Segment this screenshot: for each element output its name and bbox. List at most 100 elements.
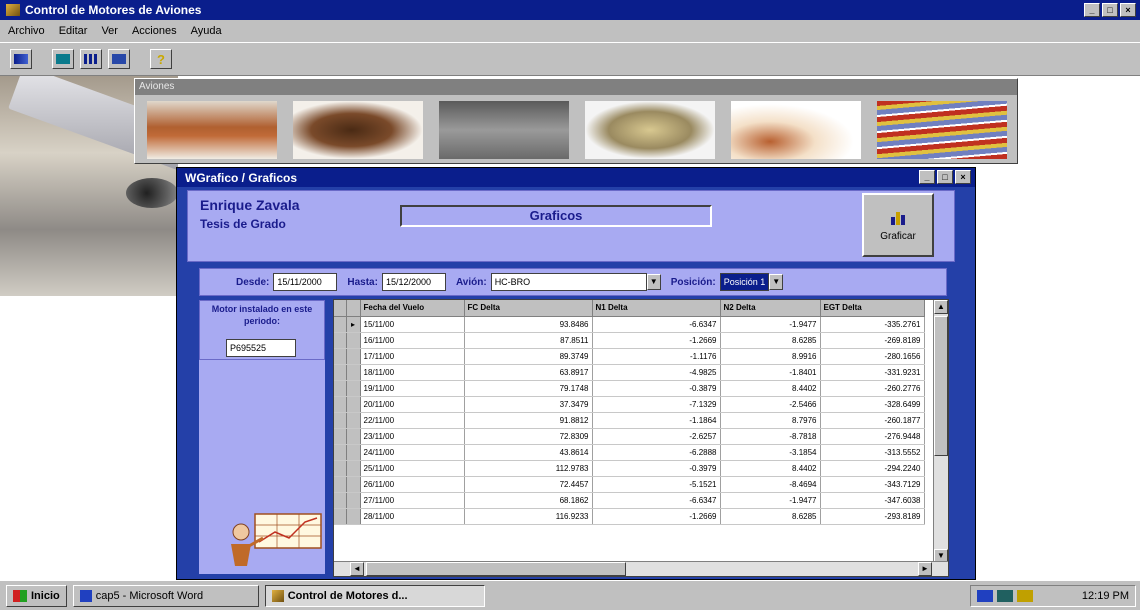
- cell-egt-delta[interactable]: -293.8189: [820, 508, 925, 525]
- toolbar-open-button[interactable]: [10, 49, 32, 69]
- row-selector[interactable]: [334, 460, 347, 477]
- horizontal-scroll-thumb[interactable]: [366, 562, 626, 576]
- row-selector[interactable]: [334, 476, 347, 493]
- column-header-fecha[interactable]: Fecha del Vuelo: [360, 300, 465, 317]
- cell-egt-delta[interactable]: -269.8189: [820, 332, 925, 349]
- menu-editar[interactable]: Editar: [59, 25, 88, 37]
- cell-fecha[interactable]: 26/11/00: [360, 476, 465, 493]
- cell-fecha[interactable]: 16/11/00: [360, 332, 465, 349]
- toolbar-grid-button[interactable]: [80, 49, 102, 69]
- horizontal-scrollbar[interactable]: ◄ ►: [334, 561, 948, 576]
- row-selector[interactable]: [334, 508, 347, 525]
- cell-fecha[interactable]: 17/11/00: [360, 348, 465, 365]
- motor-value-field[interactable]: P695525: [226, 339, 296, 357]
- cell-fecha[interactable]: 23/11/00: [360, 428, 465, 445]
- menu-ver[interactable]: Ver: [101, 25, 118, 37]
- cell-fc-delta[interactable]: 93.8486: [464, 316, 593, 333]
- row-selector[interactable]: [334, 316, 347, 333]
- table-row[interactable]: 20/11/00 37.3479 -7.1329 -2.5466 -328.6499: [334, 396, 925, 413]
- table-row[interactable]: 16/11/00 87.8511 -1.2669 8.6285 -269.8189: [334, 332, 925, 349]
- table-row[interactable]: ▸ 15/11/00 93.8486 -6.6347 -1.9477 -335.2761: [334, 316, 925, 333]
- cell-n2-delta[interactable]: 8.7976: [720, 412, 821, 429]
- cell-n2-delta[interactable]: -8.4694: [720, 476, 821, 493]
- cell-egt-delta[interactable]: -347.6038: [820, 492, 925, 509]
- dropdown-arrow-icon[interactable]: ▼: [646, 274, 661, 290]
- menu-acciones[interactable]: Acciones: [132, 25, 177, 37]
- cell-fc-delta[interactable]: 72.4457: [464, 476, 593, 493]
- cell-egt-delta[interactable]: -260.2776: [820, 380, 925, 397]
- graficar-button[interactable]: Graficar: [862, 193, 934, 257]
- cell-fecha[interactable]: 18/11/00: [360, 364, 465, 381]
- airplane-thumbnail[interactable]: [147, 101, 277, 159]
- table-row[interactable]: 26/11/00 72.4457 -5.1521 -8.4694 -343.7129: [334, 476, 925, 493]
- scroll-up-icon[interactable]: ▲: [934, 300, 948, 314]
- scroll-right-icon[interactable]: ►: [918, 562, 932, 576]
- row-selector[interactable]: [334, 348, 347, 365]
- close-icon[interactable]: ×: [955, 170, 971, 184]
- table-row[interactable]: 18/11/00 63.8917 -4.9825 -1.8401 -331.9231: [334, 364, 925, 381]
- cell-n1-delta[interactable]: -2.6257: [592, 428, 721, 445]
- scroll-left-icon[interactable]: ◄: [350, 562, 364, 576]
- cell-n1-delta[interactable]: -6.2888: [592, 444, 721, 461]
- cell-fc-delta[interactable]: 37.3479: [464, 396, 593, 413]
- row-selector[interactable]: [334, 412, 347, 429]
- menu-ayuda[interactable]: Ayuda: [191, 25, 222, 37]
- cell-fc-delta[interactable]: 112.9783: [464, 460, 593, 477]
- cell-n2-delta[interactable]: -1.9477: [720, 492, 821, 509]
- cell-n2-delta[interactable]: 8.9916: [720, 348, 821, 365]
- cell-egt-delta[interactable]: -294.2240: [820, 460, 925, 477]
- row-selector[interactable]: [334, 492, 347, 509]
- cell-n1-delta[interactable]: -0.3879: [592, 380, 721, 397]
- cell-n1-delta[interactable]: -7.1329: [592, 396, 721, 413]
- clouds-thumbnail[interactable]: [439, 101, 569, 159]
- row-selector[interactable]: [334, 380, 347, 397]
- cell-n1-delta[interactable]: -0.3979: [592, 460, 721, 477]
- cell-n2-delta[interactable]: -1.8401: [720, 364, 821, 381]
- network-icon[interactable]: [977, 590, 993, 602]
- table-row[interactable]: 24/11/00 43.8614 -6.2888 -3.1854 -313.5552: [334, 444, 925, 461]
- cell-fecha[interactable]: 28/11/00: [360, 508, 465, 525]
- cell-fecha[interactable]: 19/11/00: [360, 380, 465, 397]
- table-row[interactable]: 22/11/00 91.8812 -1.1864 8.7976 -260.1877: [334, 412, 925, 429]
- dropdown-arrow-icon[interactable]: ▼: [769, 274, 784, 290]
- menu-archivo[interactable]: Archivo: [8, 25, 45, 37]
- cell-fecha[interactable]: 15/11/00: [360, 316, 465, 333]
- cell-fc-delta[interactable]: 72.8309: [464, 428, 593, 445]
- cell-egt-delta[interactable]: -280.1656: [820, 348, 925, 365]
- minimize-icon[interactable]: _: [1084, 3, 1100, 17]
- cell-fc-delta[interactable]: 43.8614: [464, 444, 593, 461]
- cell-n2-delta[interactable]: -1.9477: [720, 316, 821, 333]
- column-header-n2-delta[interactable]: N2 Delta: [720, 300, 821, 317]
- reports-thumbnail[interactable]: [877, 101, 1007, 159]
- table-row[interactable]: 17/11/00 89.3749 -1.1176 8.9916 -280.1656: [334, 348, 925, 365]
- maximize-icon[interactable]: □: [937, 170, 953, 184]
- data-grid[interactable]: Fecha del Vuelo FC Delta N1 Delta N2 Del…: [333, 299, 949, 577]
- table-row[interactable]: 28/11/00 116.9233 -1.2669 8.6285 -293.8189: [334, 508, 925, 525]
- table-row[interactable]: 23/11/00 72.8309 -2.6257 -8.7818 -276.9448: [334, 428, 925, 445]
- documents-thumbnail[interactable]: [585, 101, 715, 159]
- cell-n2-delta[interactable]: -2.5466: [720, 396, 821, 413]
- cell-fc-delta[interactable]: 68.1862: [464, 492, 593, 509]
- row-selector[interactable]: [334, 444, 347, 461]
- toolbar-report-button[interactable]: [108, 49, 130, 69]
- posicion-select[interactable]: Posición 1: [719, 273, 770, 291]
- cell-fc-delta[interactable]: 63.8917: [464, 364, 593, 381]
- cell-fc-delta[interactable]: 116.9233: [464, 508, 593, 525]
- cell-n2-delta[interactable]: -3.1854: [720, 444, 821, 461]
- row-selector[interactable]: [334, 364, 347, 381]
- column-header-fc-delta[interactable]: FC Delta: [464, 300, 593, 317]
- cell-n2-delta[interactable]: 8.6285: [720, 508, 821, 525]
- row-selector[interactable]: [334, 428, 347, 445]
- cell-fc-delta[interactable]: 89.3749: [464, 348, 593, 365]
- table-row[interactable]: 19/11/00 79.1748 -0.3879 8.4402 -260.2776: [334, 380, 925, 397]
- cell-n1-delta[interactable]: -1.1864: [592, 412, 721, 429]
- cell-egt-delta[interactable]: -335.2761: [820, 316, 925, 333]
- avion-select[interactable]: HC-BRO: [490, 273, 647, 291]
- cell-fc-delta[interactable]: 91.8812: [464, 412, 593, 429]
- start-button[interactable]: Inicio: [6, 584, 67, 607]
- cell-n1-delta[interactable]: -1.2669: [592, 332, 721, 349]
- cell-egt-delta[interactable]: -260.1877: [820, 412, 925, 429]
- cell-n2-delta[interactable]: 8.4402: [720, 380, 821, 397]
- chart-man-thumbnail[interactable]: [731, 101, 861, 159]
- display-icon[interactable]: [997, 590, 1013, 602]
